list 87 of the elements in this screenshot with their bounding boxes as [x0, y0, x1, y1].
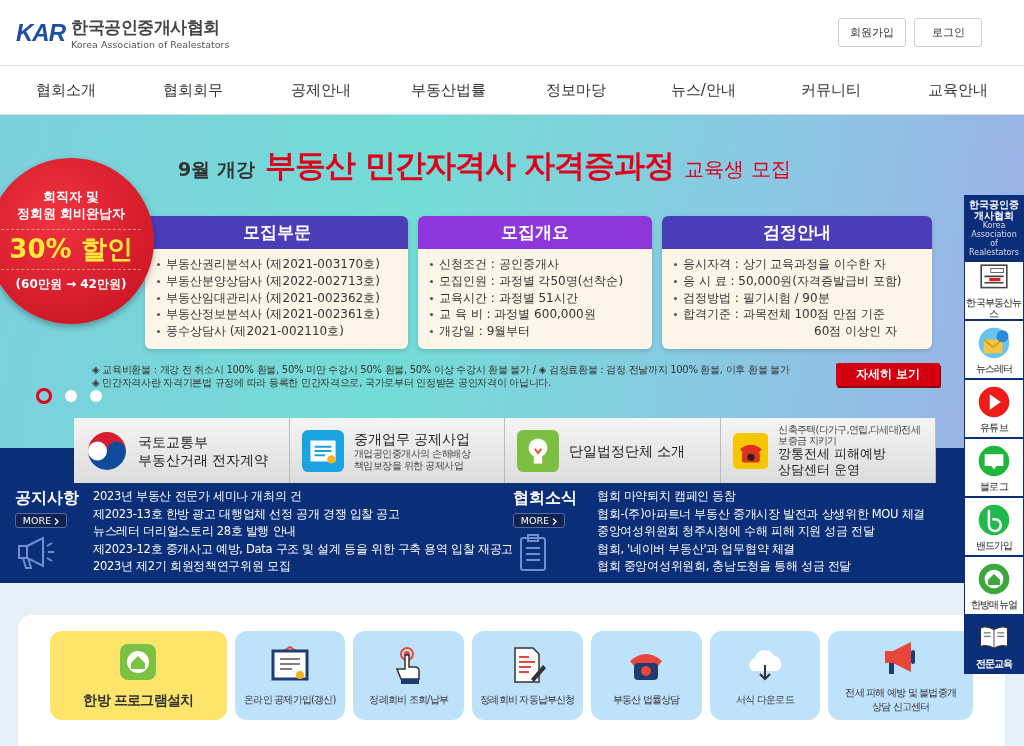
card-item: 부동산권리분석사 (제2021-003170호) — [157, 256, 398, 273]
side-menu-title: 한국공인중개사협회 — [968, 199, 1020, 221]
banner-title-prefix: 9월 개강 — [178, 157, 255, 182]
nav-item[interactable]: 협회회무 — [129, 66, 257, 114]
certificate-icon — [301, 429, 344, 472]
side-menu-link[interactable]: 유튜브 — [965, 378, 1023, 437]
news-link[interactable]: 2023년 부동산 전문가 세미나 개최의 건 — [92, 488, 513, 506]
more-button[interactable]: MORE — [15, 513, 67, 528]
side-menu-subtitle: Korea Association of Realestators — [968, 221, 1020, 257]
chevron-icon — [552, 518, 558, 525]
card-item: 응시자격 : 상기 교육과정을 이수한 자 — [674, 256, 922, 273]
banner-title-suffix: 교육생 모집 — [684, 156, 791, 183]
service-button[interactable]: 한방 프로그램설치 — [50, 631, 227, 720]
card-item: 교 육 비 : 과정별 600,000원 — [430, 306, 642, 324]
side-menu-link[interactable]: 한국부동산뉴스 — [965, 260, 1023, 319]
banner-title: 부동산 민간자격사 자격증과정 — [264, 146, 675, 185]
chevron-icon — [54, 518, 60, 525]
details-button[interactable]: 자세히 보기 — [836, 363, 940, 386]
header-button[interactable]: 회원가입 — [838, 18, 906, 47]
carousel-dot[interactable] — [90, 390, 102, 402]
service-button[interactable]: 정례회비 조회/납부 — [353, 631, 465, 720]
news-link[interactable]: 2023년 제2기 회원정책연구위원 모집 — [92, 558, 513, 576]
card-item: 개강일 : 9월부터 — [430, 323, 642, 340]
discount-text: 30% 할인 — [1, 228, 141, 270]
section-title: 공지사항 — [15, 488, 80, 509]
carousel-dot[interactable] — [65, 390, 77, 402]
card-item: 응 시 료 : 50,000원(자격증발급비 포함) — [674, 272, 922, 290]
quick-link[interactable]: 신축주택(다가구,연립,다세대)전세보증금 지키기 깡통전세 피해예방 상담센터 운영 — [720, 418, 936, 483]
lightbulb-icon — [517, 429, 559, 472]
nav-item[interactable]: 커뮤니티 — [767, 66, 895, 114]
service-button[interactable]: 서식 다운로드 — [709, 631, 821, 720]
card-item: 신청조건 : 공인중개사 — [430, 256, 642, 273]
nav-item[interactable]: 정보마당 — [512, 66, 640, 114]
news-link[interactable]: 협회 마약퇴치 캠페인 동참 — [597, 488, 925, 506]
card-item: 부동산분양상담사 (제2022-002713호) — [157, 272, 398, 290]
price-text: (60만원 → 42만원) — [15, 275, 127, 293]
badge-text: 정회원 회비완납자 — [16, 206, 126, 223]
side-menu-link[interactable]: 전문교육 — [965, 614, 1023, 673]
quick-link[interactable]: 단일법정단체 소개 — [505, 418, 721, 483]
section-title: 협회소식 — [513, 488, 578, 509]
service-button[interactable]: 정례회비 자동납부신청 — [472, 631, 583, 720]
site-subtitle: Korea Association of Realestators — [71, 38, 230, 50]
card-item: 부동산정보분석사 (제2021-002361호) — [157, 306, 398, 324]
service-button[interactable]: 부동산 법률상담 — [590, 631, 702, 720]
nav-item[interactable]: 부동산법률 — [384, 66, 512, 114]
more-button[interactable]: MORE — [513, 513, 565, 528]
card-header: 모집개요 — [418, 216, 652, 249]
news-link[interactable]: 협회 중앙여성위원회, 충남도청을 통해 성금 전달 — [597, 558, 925, 576]
news-link[interactable]: 제2023-12호 중개사고 예방, Data 구조 및 설계 등을 위한 구축 용역 입찰 재공고 — [92, 540, 513, 558]
card-item: 교육시간 : 과정별 51시간 — [430, 289, 642, 307]
nav-item[interactable]: 교육안내 — [894, 66, 1022, 114]
news-link[interactable]: 제2023-13호 한방 광고 대행업체 선정 공개 경쟁 입찰 공고 — [92, 505, 513, 523]
side-menu-link[interactable]: 뉴스레터 — [965, 319, 1023, 378]
site-title: 한국공인중개사협회 — [71, 15, 221, 39]
card-item: 합격기준 : 과목전체 100점 만점 기준 — [674, 306, 922, 324]
nav-item[interactable]: 공제안내 — [257, 66, 385, 114]
quick-link[interactable]: 중개업무 공제사업 개업공인중개사의 손해배상 책임보장을 위한 공제사업 — [289, 418, 505, 483]
card-item: 모집인원 : 과정별 각50명(선착순) — [430, 272, 642, 290]
band-icon — [977, 502, 1011, 537]
nav-item[interactable]: 뉴스/안내 — [639, 66, 767, 114]
app-icon — [118, 641, 159, 682]
speech-bubble-icon — [977, 443, 1011, 478]
notice-text: ◈ 교육비환불 : 개강 전 취소시 100% 환불, 50% 미만 수강시 50% 환불, 50% 이상 수강시 환불 불가 / ◈ 검정료환불 : 검정 전날까지 100% 환불, 이후 환불 불가 — [92, 363, 791, 376]
card-item: 부동산임대관리사 (제2021-002362호) — [157, 289, 398, 307]
news-link[interactable]: 협회, '네이버 부동산'과 업무협약 체결 — [597, 540, 925, 558]
quick-link[interactable]: 국토교통부 부동산거래 전자계약 — [74, 418, 290, 483]
emblem-icon — [86, 429, 128, 472]
side-menu-link[interactable]: 밴드가입 — [965, 496, 1023, 555]
service-button[interactable]: 온라인 공제가입(갱신) — [234, 631, 346, 720]
card-item: 60점 이상인 자 — [813, 323, 898, 340]
header-button[interactable]: 로그인 — [914, 18, 982, 47]
logo-mark: KAR — [16, 18, 65, 47]
card-item: 풍수상담사 (제2021-002110호) — [157, 323, 398, 340]
notice-text: ◈ 민간자격사란 자격기본법 규정에 따라 등록한 민간자격으로, 국가로부터 인정받은 공인자격이 아닙니다. — [92, 376, 553, 389]
card-item: 검정방법 : 필기시험 / 90분 — [674, 289, 922, 307]
news-link[interactable]: 협회-(주)아파트너 부동산 중개시장 발전과 상생위한 MOU 체결 — [597, 505, 925, 523]
house-icon — [977, 561, 1011, 596]
nav-item[interactable]: 협회소개 — [2, 66, 130, 114]
side-menu-link[interactable]: 블로그 — [965, 437, 1023, 496]
card-header: 검정안내 — [662, 216, 932, 249]
news-link[interactable]: 뉴스레터 더리얼스토리 28호 발행 안내 — [92, 523, 513, 541]
envelope-icon — [977, 325, 1011, 360]
news-link[interactable]: 중앙여성위원회 청주시청에 수해 피해 지원 성금 전달 — [597, 523, 925, 541]
service-button[interactable]: 전세 피해 예방 및 불법중개 상담 신고센터 — [828, 631, 973, 720]
badge-text: 회직자 및 — [42, 189, 100, 206]
play-icon — [977, 384, 1011, 419]
carousel-dot[interactable] — [36, 388, 52, 404]
